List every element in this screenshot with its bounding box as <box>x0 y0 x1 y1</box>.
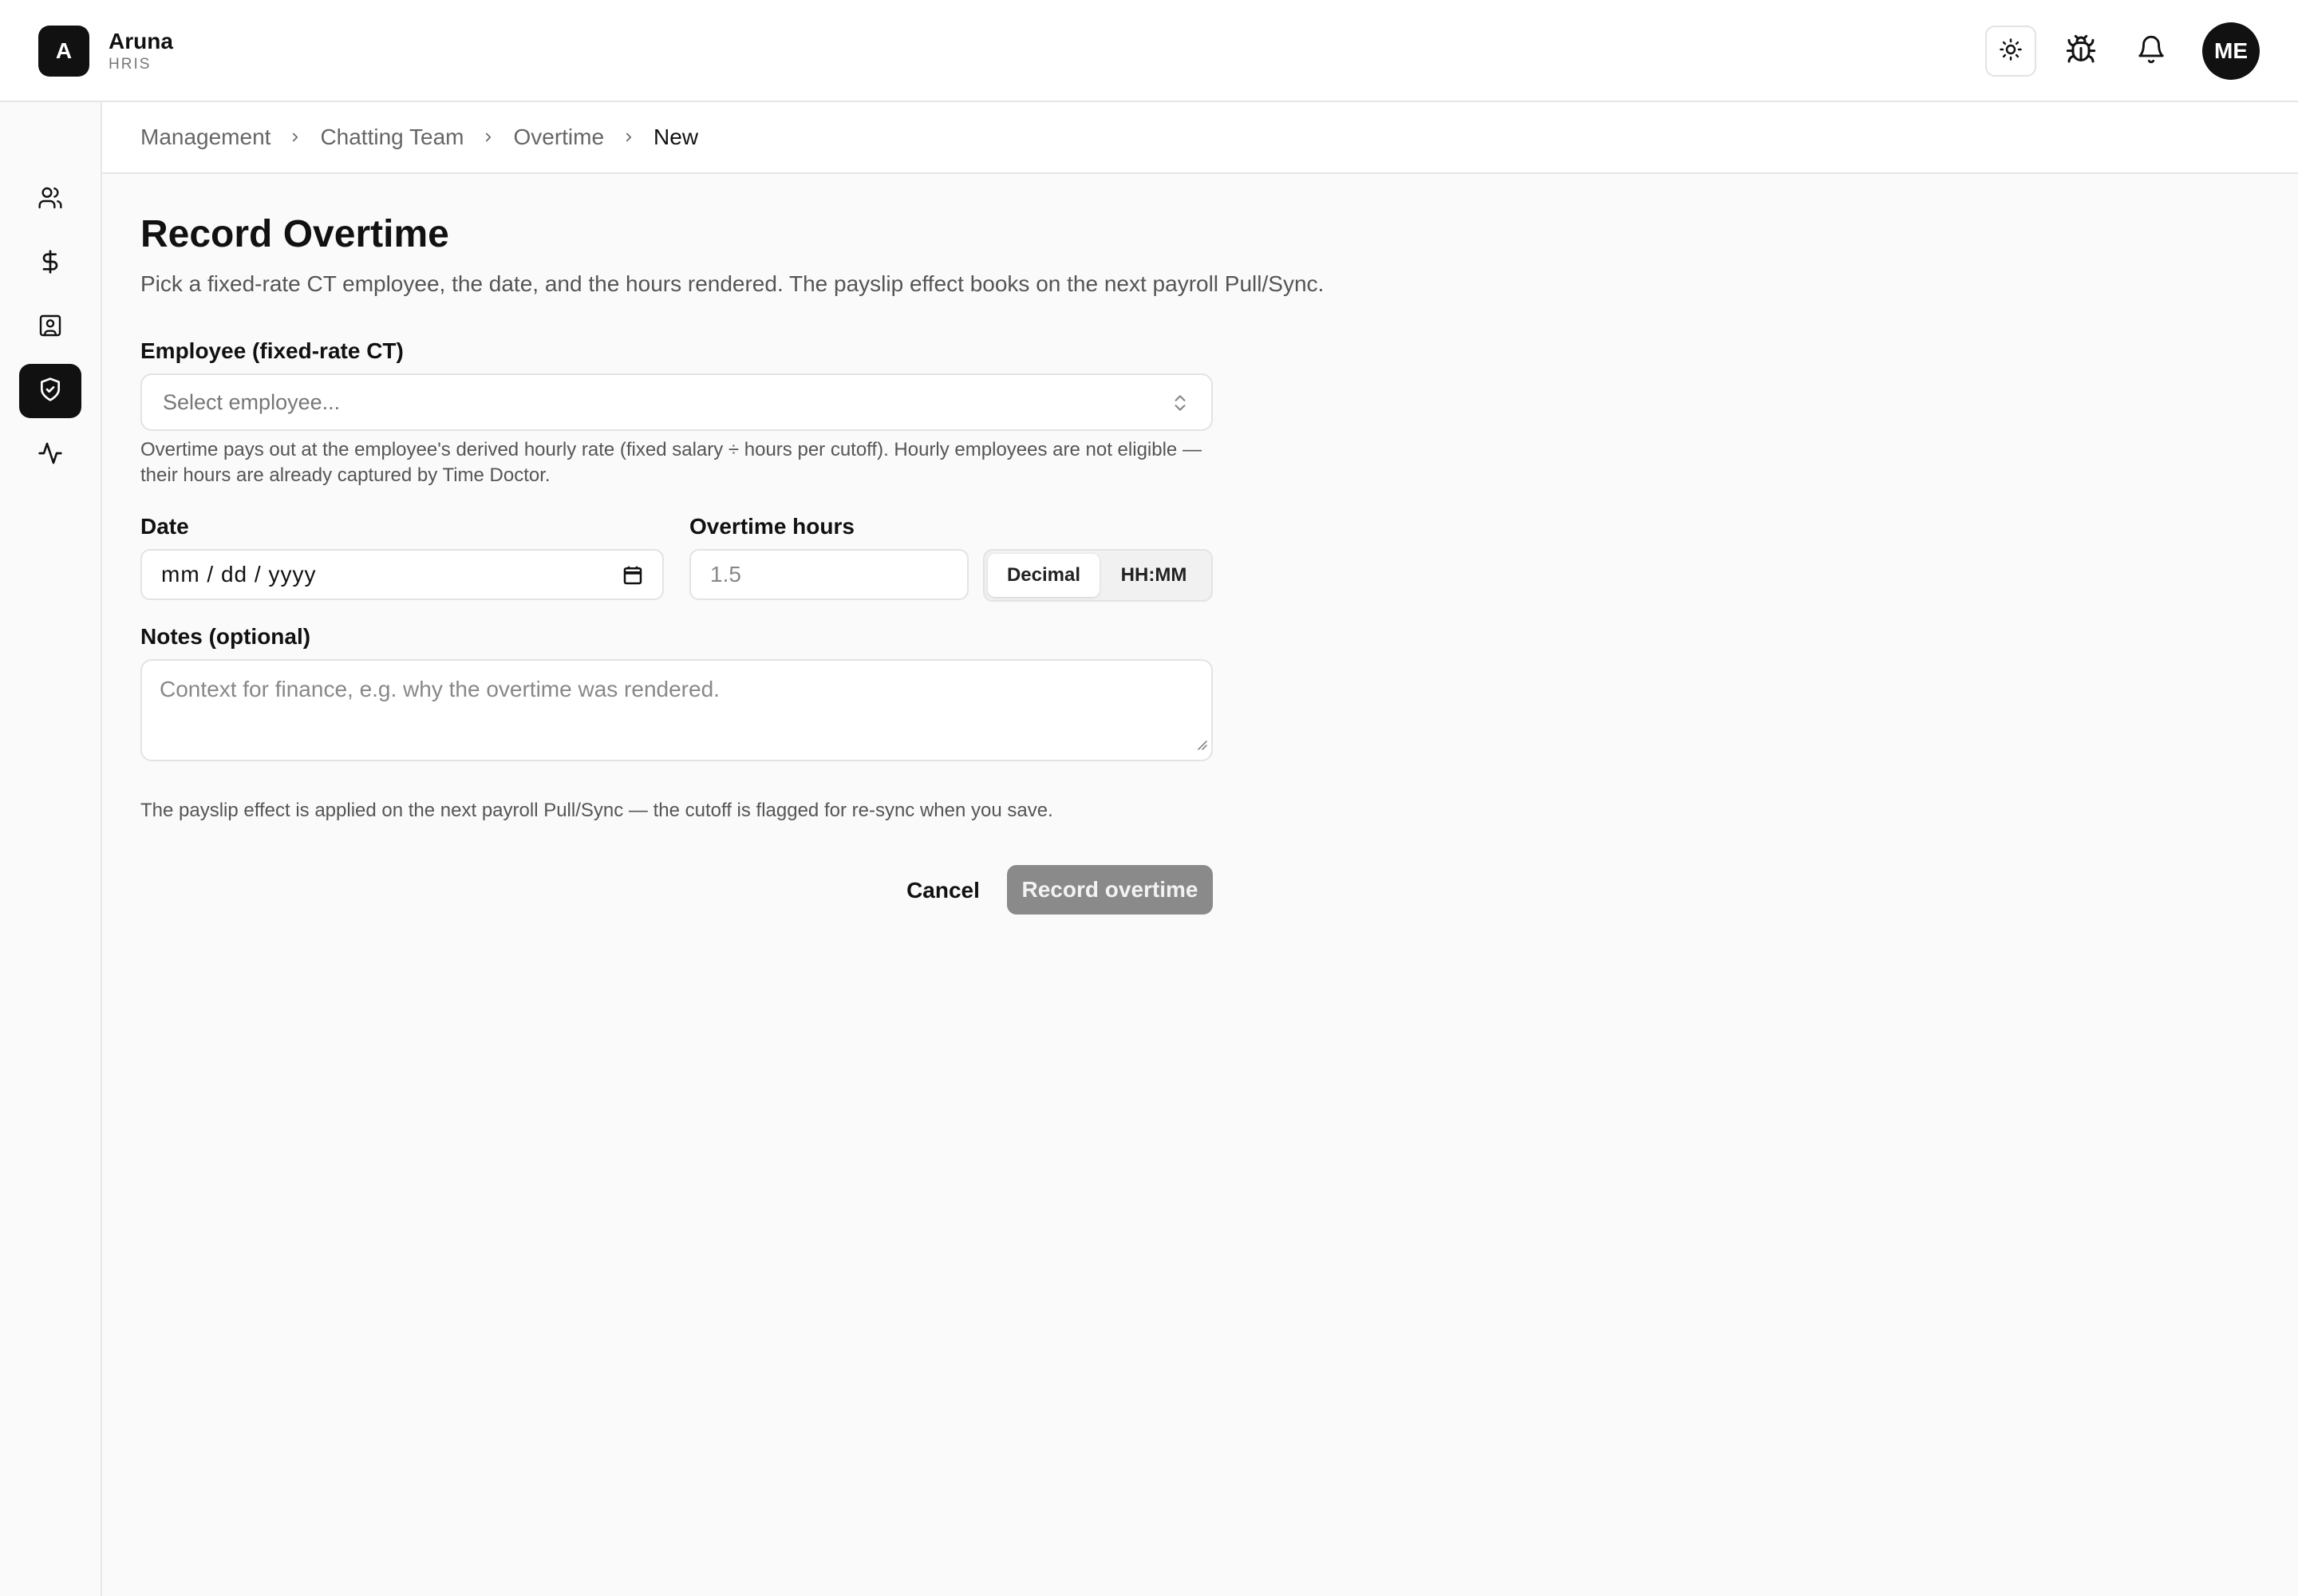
brand-logo: A <box>38 26 89 77</box>
bug-icon <box>2065 34 2097 69</box>
app-name: Aruna <box>109 29 173 53</box>
breadcrumb-management[interactable]: Management <box>140 124 270 150</box>
user-avatar-button[interactable]: ME <box>2202 22 2260 80</box>
sync-footnote: The payslip effect is applied on the nex… <box>140 800 1053 821</box>
notes-label: Notes (optional) <box>140 624 311 649</box>
sidebar-item-payroll[interactable] <box>19 236 81 290</box>
cancel-button[interactable]: Cancel <box>895 867 991 915</box>
chevron-right-icon <box>481 130 496 144</box>
dollar-icon <box>38 249 63 279</box>
breadcrumb-chatting-team[interactable]: Chatting Team <box>320 124 464 150</box>
chevron-right-icon <box>288 130 302 144</box>
resize-handle-icon[interactable] <box>1195 731 1208 757</box>
sun-icon <box>1999 38 2023 65</box>
notes-textarea[interactable]: Context for finance, e.g. why the overti… <box>140 659 1213 761</box>
overtime-hours-label: Overtime hours <box>689 514 855 539</box>
date-input-value: mm / dd / yyyy <box>161 562 317 587</box>
sidebar-item-activity[interactable] <box>19 428 81 482</box>
sidebar <box>0 102 102 1596</box>
employee-select-placeholder: Select employee... <box>163 389 341 414</box>
employee-label: Employee (fixed-rate CT) <box>140 338 404 363</box>
format-hhmm-option[interactable]: HH:MM <box>1100 554 1208 597</box>
page-description: Pick a fixed-rate CT employee, the date,… <box>140 271 1325 296</box>
employee-help-text: Overtime pays out at the employee's deri… <box>140 439 1202 486</box>
date-input[interactable]: mm / dd / yyyy <box>140 549 664 600</box>
contact-card-icon <box>38 313 63 342</box>
breadcrumb: Management Chatting Team Overtime New <box>102 102 2298 174</box>
header-actions: ME <box>1966 22 2260 80</box>
employee-select[interactable]: Select employee... <box>140 373 1213 431</box>
overtime-hours-input[interactable]: 1.5 <box>689 549 969 600</box>
breadcrumb-current: New <box>653 124 699 149</box>
brand-text: Aruna HRIS <box>109 28 173 74</box>
overtime-hours-placeholder: 1.5 <box>710 562 741 587</box>
breadcrumb-overtime[interactable]: Overtime <box>513 124 604 150</box>
theme-toggle-button[interactable] <box>1985 26 2036 77</box>
top-bar: A Aruna HRIS ME <box>0 0 2298 102</box>
date-label: Date <box>140 514 189 539</box>
sidebar-item-compliance[interactable] <box>19 364 81 418</box>
calendar-icon[interactable] <box>621 563 645 593</box>
notifications-button[interactable] <box>2126 26 2177 77</box>
notes-placeholder: Context for finance, e.g. why the overti… <box>160 677 720 701</box>
format-decimal-option[interactable]: Decimal <box>988 554 1100 597</box>
report-bug-button[interactable] <box>2055 26 2106 77</box>
brand[interactable]: A Aruna HRIS <box>38 26 173 77</box>
page-title: Record Overtime <box>140 213 449 255</box>
record-overtime-button[interactable]: Record overtime <box>1007 865 1213 915</box>
shield-check-icon <box>38 377 63 406</box>
app-subtitle: HRIS <box>109 56 152 73</box>
users-icon <box>38 185 63 215</box>
hours-format-toggle: Decimal HH:MM <box>983 549 1213 602</box>
bell-icon <box>2136 34 2166 69</box>
sidebar-item-people[interactable] <box>19 172 81 227</box>
chevron-right-icon <box>622 130 636 144</box>
chevrons-up-down-icon <box>1170 393 1190 417</box>
activity-icon <box>38 440 63 470</box>
sidebar-item-directory[interactable] <box>19 300 81 354</box>
